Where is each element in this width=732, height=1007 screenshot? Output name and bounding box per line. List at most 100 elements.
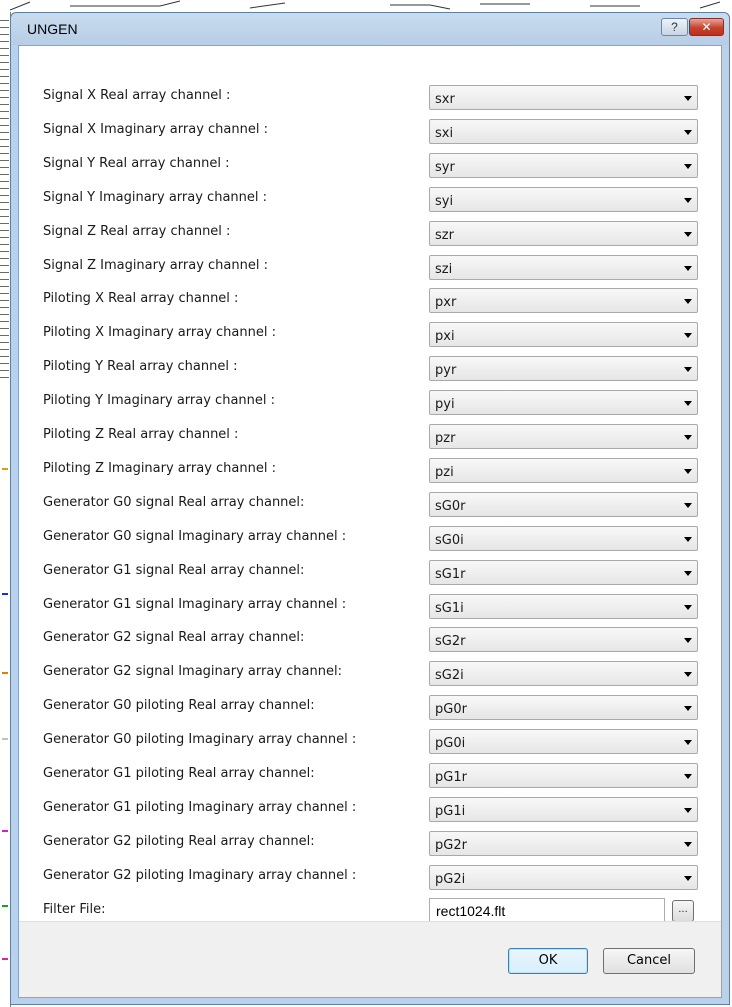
- background-tick: [0, 363, 9, 364]
- channel-row: Generator G2 signal Imaginary array chan…: [19, 657, 721, 691]
- channel-row: Piloting Z Imaginary array channel : pzi: [19, 454, 721, 488]
- channel-label: Generator G0 signal Imaginary array chan…: [43, 528, 347, 544]
- channel-dropdown-value: pG2i: [435, 871, 466, 887]
- channel-row: Generator G1 signal Real array channel: s…: [19, 556, 721, 590]
- channel-dropdown-value: syi: [435, 193, 454, 209]
- chevron-down-icon: [684, 367, 692, 373]
- channel-dropdown[interactable]: sG0r: [429, 491, 698, 517]
- channel-row: Signal Y Imaginary array channel : syi: [19, 183, 721, 217]
- background-tick: [0, 377, 9, 378]
- channel-label: Generator G1 piloting Real array channel…: [43, 766, 315, 781]
- channel-dropdown[interactable]: pG0r: [429, 695, 698, 721]
- channel-row: Signal Y Real array channel : syr: [19, 149, 721, 183]
- chevron-down-icon: [684, 129, 692, 135]
- background-tick: [0, 118, 9, 119]
- channel-dropdown[interactable]: pG1i: [429, 796, 698, 822]
- channel-dropdown-value: sxi: [435, 125, 454, 141]
- channel-row: Piloting Z Real array channel : pzr: [19, 420, 721, 454]
- channel-dropdown[interactable]: pG1r: [429, 763, 698, 788]
- chevron-down-icon: [684, 163, 692, 169]
- background-tick: [0, 83, 9, 84]
- channel-row: Piloting X Imaginary array channel : pxi: [19, 318, 721, 352]
- channel-dropdown[interactable]: sxr: [429, 85, 698, 110]
- chevron-down-icon: [684, 502, 692, 508]
- channel-dropdown[interactable]: sG0i: [429, 525, 698, 551]
- channel-dropdown[interactable]: syi: [429, 186, 698, 212]
- channel-row: Piloting Y Imaginary array channel : pyi: [19, 386, 721, 420]
- cancel-button[interactable]: Cancel: [603, 948, 695, 974]
- close-button[interactable]: ✕: [689, 18, 724, 36]
- channel-row: Generator G1 piloting Real array channel…: [19, 759, 721, 793]
- background-tick: [0, 90, 9, 91]
- channel-dropdown-value: pG0i: [435, 736, 466, 752]
- chevron-down-icon: [684, 807, 692, 813]
- channel-dropdown[interactable]: szr: [429, 220, 698, 246]
- channel-dropdown[interactable]: syr: [429, 152, 698, 178]
- close-icon: ✕: [701, 20, 712, 34]
- background-tick: [0, 223, 9, 224]
- channel-dropdown[interactable]: sxi: [429, 118, 698, 144]
- channel-label: Piloting Y Real array channel :: [43, 359, 238, 375]
- background-tick: [0, 160, 9, 161]
- channel-row: Generator G2 piloting Real array channel…: [19, 827, 721, 861]
- background-tick: [0, 293, 9, 294]
- channel-dropdown-value: sG1r: [435, 566, 466, 582]
- channel-dropdown-value: pyi: [435, 397, 455, 413]
- background-tick: [0, 237, 9, 238]
- help-button[interactable]: ?: [661, 18, 688, 36]
- channel-dropdown-value: szr: [435, 227, 454, 243]
- channel-label: Piloting Z Real array channel :: [43, 427, 239, 442]
- chevron-down-icon: [684, 435, 692, 440]
- help-icon: ?: [671, 20, 678, 34]
- channel-dropdown[interactable]: pG0i: [429, 729, 698, 755]
- channel-dropdown[interactable]: pG2r: [429, 830, 698, 856]
- browse-button[interactable]: ...: [672, 899, 694, 922]
- channel-dropdown[interactable]: pzi: [429, 457, 698, 483]
- dialog-content: Signal X Real array channel : sxr Signal X…: [18, 45, 722, 998]
- filter-file-label: Filter File:: [43, 901, 106, 917]
- channel-row: Generator G0 piloting Imaginary array ch…: [19, 725, 721, 759]
- background-marker: [2, 468, 8, 470]
- background-tick: [0, 230, 9, 231]
- dialog-title: UNGEN: [27, 21, 78, 37]
- background-tick: [0, 356, 9, 357]
- channel-dropdown[interactable]: pyr: [429, 356, 698, 382]
- channel-dropdown[interactable]: pzr: [429, 424, 698, 449]
- channel-row: Signal X Real array channel : sxr: [19, 81, 721, 115]
- channel-label: Generator G0 piloting Real array channel…: [43, 698, 315, 714]
- chevron-down-icon: [684, 265, 692, 271]
- channel-label: Signal Y Imaginary array channel :: [43, 189, 268, 205]
- channel-dropdown[interactable]: sG2r: [429, 627, 698, 653]
- channel-dropdown[interactable]: sG2i: [429, 661, 698, 687]
- title-bar[interactable]: UNGEN ? ✕: [11, 13, 729, 45]
- channel-dropdown-value: pzr: [435, 431, 456, 446]
- channel-dropdown[interactable]: pxr: [429, 288, 698, 314]
- background-tick: [0, 272, 9, 273]
- channel-dropdown-value: sG2i: [435, 668, 464, 684]
- chevron-down-icon: [684, 401, 692, 407]
- filter-file-input[interactable]: rect1024.flt: [429, 897, 665, 924]
- background-tick: [0, 202, 9, 203]
- channel-dropdown[interactable]: szi: [429, 254, 698, 280]
- channel-label: Generator G2 piloting Real array channel…: [43, 833, 315, 849]
- background-marker: [2, 958, 8, 960]
- channel-dropdown[interactable]: sG1i: [429, 593, 698, 619]
- background-tick: [0, 153, 9, 154]
- channel-label: Generator G2 piloting Imaginary array ch…: [43, 867, 357, 883]
- chevron-down-icon: [684, 875, 692, 881]
- channel-row: Signal Z Real array channel : szr: [19, 217, 721, 251]
- background-tick: [0, 48, 9, 49]
- channel-dropdown[interactable]: pyi: [429, 390, 698, 416]
- ok-button[interactable]: OK: [508, 948, 588, 974]
- channel-dropdown-value: pxr: [435, 295, 457, 311]
- background-tick: [0, 55, 9, 56]
- background-tick: [0, 342, 9, 343]
- chevron-down-icon: [684, 333, 692, 339]
- channel-dropdown[interactable]: pG2i: [429, 864, 698, 890]
- channel-dropdown-value: pzi: [435, 464, 454, 480]
- chevron-down-icon: [684, 536, 692, 542]
- chevron-down-icon: [684, 468, 692, 474]
- channel-dropdown[interactable]: sG1r: [429, 559, 698, 585]
- background-tick: [0, 97, 9, 98]
- channel-dropdown[interactable]: pxi: [429, 322, 698, 348]
